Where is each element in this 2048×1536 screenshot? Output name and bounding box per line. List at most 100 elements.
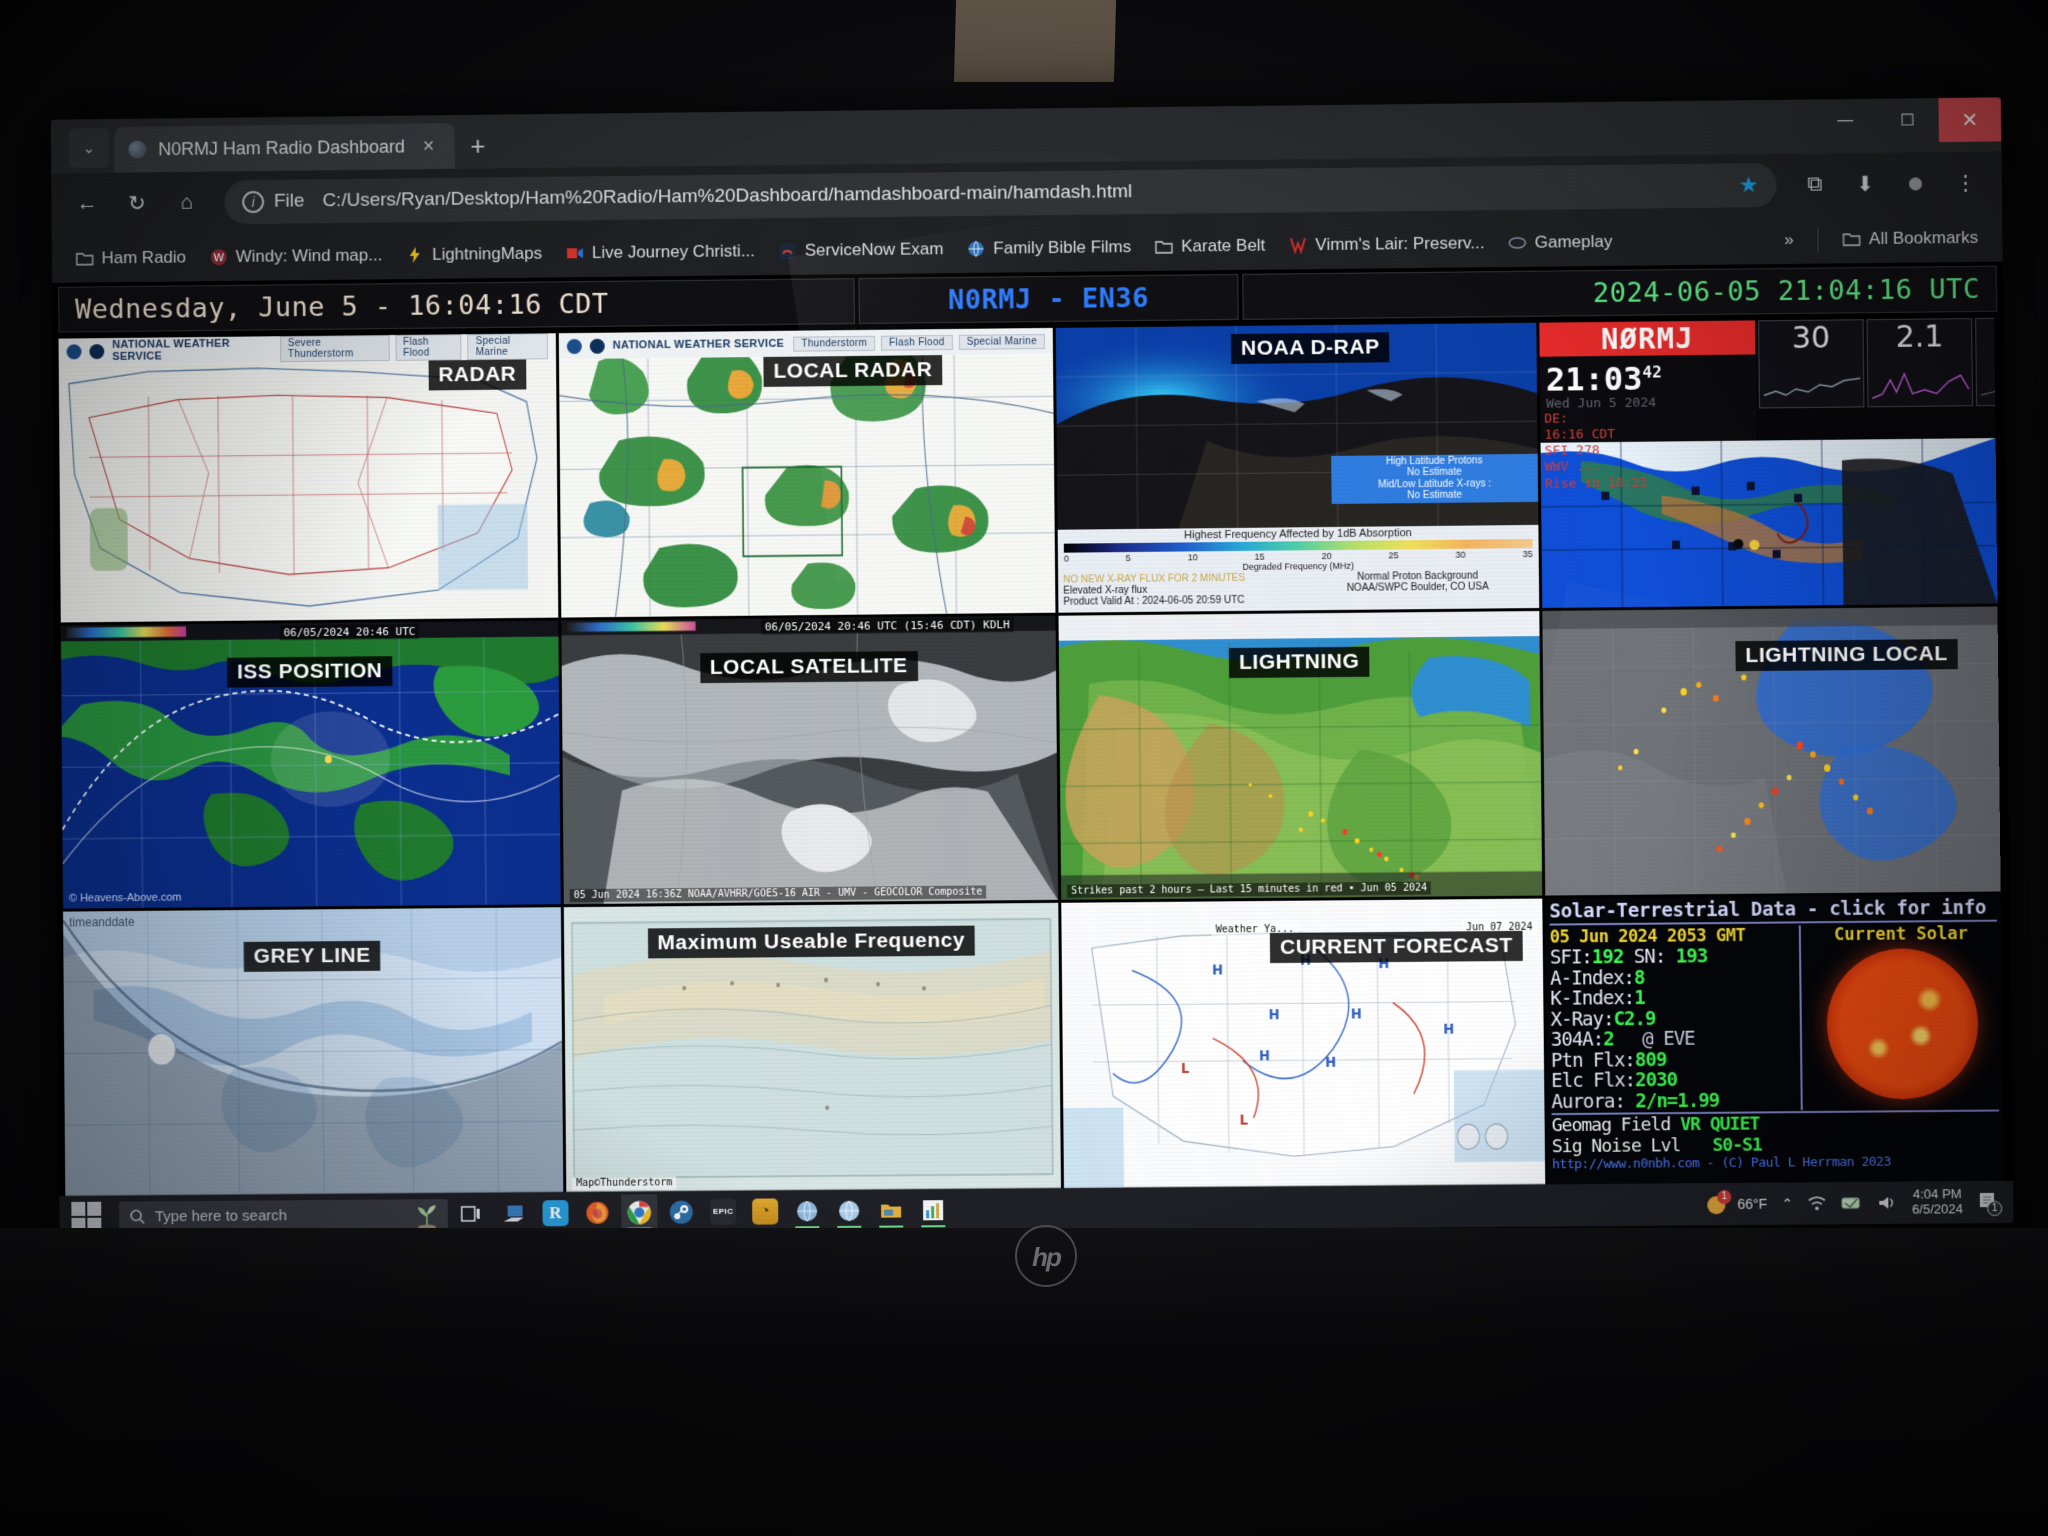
mini-stat-sfi[interactable]: 192 [1975, 317, 1998, 407]
bookmark-servicenow[interactable]: ServiceNow Exam [769, 234, 954, 266]
tray-expand-chevron-icon[interactable]: ⌃ [1781, 1195, 1793, 1212]
solar-terrestrial-data[interactable]: Solar-Terrestrial Data - click for info … [1545, 894, 2004, 1185]
nws-tab[interactable]: Flash Flood [881, 334, 953, 351]
bookmark-ham-radio[interactable]: Ham Radio [66, 243, 196, 274]
search-input[interactable]: Type here to search [119, 1199, 448, 1232]
current-solar-label: Current Solar [1833, 924, 1969, 946]
remote-desktop-button[interactable] [496, 1195, 532, 1231]
folder-icon [880, 1204, 901, 1218]
solar-row-k-index: K-Index:1 [1550, 987, 1795, 1010]
solar-304a-suffix: @ EVE [1642, 1028, 1695, 1051]
chart-app-button[interactable] [915, 1192, 951, 1228]
panel-grey-line[interactable]: GREY LINE timeanddate [63, 907, 564, 1197]
chrome-button[interactable] [621, 1194, 658, 1231]
bookmark-vimms-lair[interactable]: Vimm's Lair: Preserv... [1279, 228, 1495, 260]
panel-current-forecast[interactable]: H H H H H L H H L H [1061, 898, 1546, 1189]
svg-text:H: H [1269, 1007, 1280, 1024]
gold-app-button[interactable]: ◔ [747, 1193, 783, 1229]
solar-row-ptn-flux: Ptn Flx:809 [1551, 1049, 1796, 1072]
panel-local-satellite[interactable]: LOCAL SATELLITE 06/05/2024 20:46 UTC (15… [561, 615, 1059, 905]
split-screen-icon[interactable]: ⧉ [1792, 162, 1837, 207]
panel-noaa-drap[interactable]: NOAA D-RAP Highest Frequency Affected by… [1055, 322, 1540, 613]
svg-text:H: H [1351, 1006, 1362, 1023]
nws-tab[interactable]: Special Marine [467, 333, 549, 361]
solar-row-304a: 304A:2 @ EVE [1551, 1028, 1796, 1051]
solar-right-column: Current Solar [1805, 924, 1999, 1110]
wifi-icon[interactable] [1807, 1194, 1827, 1212]
volume-icon[interactable] [1878, 1194, 1898, 1212]
drap-tick: 5 [1125, 553, 1131, 564]
nws-tab[interactable]: Flash Flood [395, 334, 462, 361]
search-placeholder: Type here to search [154, 1206, 288, 1225]
recorder-app-button[interactable]: R [537, 1195, 573, 1231]
solar-label: K-Index: [1550, 987, 1635, 1011]
all-bookmarks-button[interactable]: All Bookmarks [1833, 223, 1989, 255]
de-line: Rise in 10:23 [1544, 475, 1648, 492]
callsign-clock-widget[interactable]: NØRMJ 21:0342 Wed Jun 5 2024 DE: 16:16 C… [1539, 320, 1757, 491]
back-button[interactable]: ← [65, 182, 109, 226]
panel-lightning[interactable]: LIGHTNING Strikes past 2 hours — Last 15… [1058, 610, 1543, 901]
solar-credit-link[interactable]: http://www.n0nbh.com - (C) Paul L Herrma… [1552, 1154, 2000, 1173]
close-window-button[interactable]: ✕ [1938, 97, 2002, 143]
panel-propagation-widgets[interactable]: NØRMJ 21:0342 Wed Jun 5 2024 DE: 16:16 C… [1539, 317, 1998, 608]
panel-radar[interactable]: NATIONAL WEATHER SERVICE Severe Thunders… [58, 333, 559, 623]
bookmark-karate-belt[interactable]: Karate Belt [1145, 231, 1275, 262]
bookmarks-overflow-icon[interactable]: » [1774, 225, 1804, 255]
panel-iss-position[interactable]: ISS POSITION © Heavens-Above.com 06/05/2… [60, 620, 561, 909]
nws-tab[interactable]: Thunderstorm [793, 335, 876, 352]
folder-icon [1843, 230, 1861, 248]
clock-seconds: 42 [1642, 362, 1662, 382]
url-text: C:/Users/Ryan/Desktop/Ham%20Radio/Ham%20… [322, 181, 1133, 212]
tab-ham-radio-dashboard[interactable]: N0RMJ Ham Radio Dashboard × [114, 123, 455, 173]
battery-icon[interactable] [1841, 1194, 1863, 1212]
reload-button[interactable]: ↻ [115, 181, 159, 225]
browser-menu-icon[interactable]: ⋮ [1943, 161, 1988, 206]
panel-lightning-local[interactable]: LIGHTNING LOCAL [1542, 606, 2001, 896]
weather-widget[interactable]: 1 66°F [1705, 1189, 1767, 1217]
solar-value: 1 [1634, 987, 1645, 1010]
steam-button[interactable] [663, 1194, 699, 1230]
bookmark-star-icon[interactable]: ★ [1739, 172, 1759, 198]
home-button[interactable]: ⌂ [165, 181, 209, 225]
task-view-button[interactable] [454, 1196, 490, 1232]
mini-stat-kp[interactable]: 30 [1758, 319, 1865, 409]
bookmark-label: Vimm's Lair: Preserv... [1315, 233, 1485, 255]
explorer-globe-1-button[interactable] [789, 1193, 825, 1229]
explorer-globe-2-button[interactable] [831, 1193, 867, 1229]
panel-muf[interactable]: Maximum Useable Frequency Map©Thundersto… [563, 903, 1061, 1193]
window-controls: — ☐ ✕ [1814, 97, 2002, 153]
solar-title: Solar-Terrestrial Data - click for info [1549, 896, 1997, 926]
nws-tab[interactable]: Special Marine [958, 333, 1045, 350]
new-tab-button[interactable]: + [470, 131, 485, 161]
bookmark-gameplay[interactable]: Gameplay [1498, 227, 1622, 258]
tab-list-chevron-icon[interactable]: ⌄ [68, 128, 109, 169]
panel-local-radar[interactable]: NATIONAL WEATHER SERVICE Thunderstorm Fl… [558, 327, 1056, 618]
bookmark-windy[interactable]: W Windy: Wind map... [200, 240, 393, 272]
nws-header: NATIONAL WEATHER SERVICE Thunderstorm Fl… [558, 327, 1053, 360]
bookmark-live-journey[interactable]: Live Journey Christi... [556, 236, 765, 268]
nws-title: NATIONAL WEATHER SERVICE [612, 337, 785, 352]
panel-solar-terrestrial[interactable]: Solar-Terrestrial Data - click for info … [1545, 894, 2004, 1185]
tray-clock[interactable]: 4:04 PM 6/5/2024 [1912, 1186, 1963, 1217]
file-explorer-button[interactable] [873, 1192, 909, 1228]
clock-callsign: NØRMJ [1539, 320, 1756, 357]
mini-stat-bz[interactable]: 2.1 [1866, 318, 1974, 408]
profile-avatar[interactable]: ● [1893, 161, 1938, 206]
tab-close-icon[interactable]: × [417, 135, 441, 158]
svg-text:H: H [1259, 1048, 1270, 1065]
bookmark-family-bible-films[interactable]: Family Bible Films [957, 232, 1141, 264]
notification-center-button[interactable]: 1 [1977, 1191, 2003, 1217]
drap-tick: 15 [1254, 551, 1265, 562]
nws-logo-icon [89, 343, 105, 359]
chart-icon [922, 1199, 943, 1220]
nws-tab[interactable]: Severe Thunderstorm [279, 335, 390, 363]
maximize-button[interactable]: ☐ [1876, 98, 1939, 143]
address-bar[interactable]: i File C:/Users/Ryan/Desktop/Ham%20Radio… [224, 162, 1777, 225]
epic-games-button[interactable]: EPIC [705, 1194, 741, 1230]
downloads-icon[interactable]: ⬇ [1843, 162, 1888, 207]
solar-label: SFI: [1549, 946, 1592, 970]
minimize-button[interactable]: — [1814, 99, 1877, 144]
page-info-icon[interactable]: i [242, 190, 265, 214]
firefox-button[interactable] [579, 1195, 615, 1231]
bookmark-lightningmaps[interactable]: LightningMaps [396, 239, 552, 271]
